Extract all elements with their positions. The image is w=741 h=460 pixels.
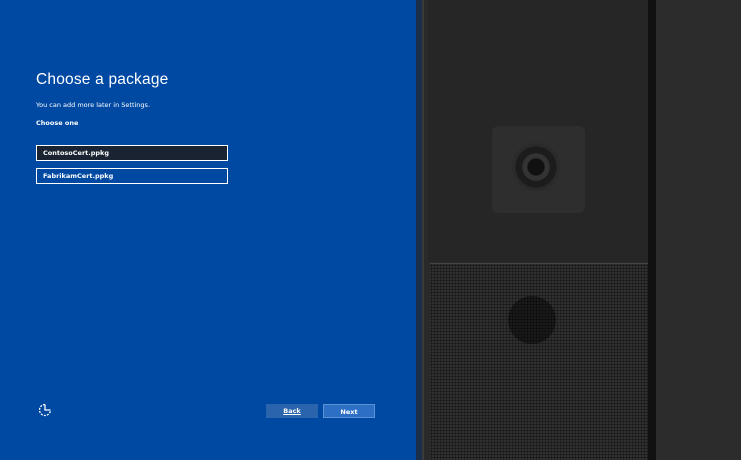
package-option-fabrikam[interactable]: FabrikamCert.ppkg: [36, 168, 228, 184]
setup-panel: Choose a package You can add more later …: [0, 0, 416, 460]
next-button[interactable]: Next: [323, 404, 375, 418]
back-button[interactable]: Back: [266, 404, 318, 418]
package-option-contoso[interactable]: ContosoCert.ppkg: [36, 145, 228, 161]
back-label: Back: [283, 407, 301, 415]
device-side-panel: [656, 0, 741, 460]
device-bezel: [428, 0, 650, 262]
page-title: Choose a package: [36, 71, 169, 88]
speaker-icon: [508, 296, 556, 344]
ease-of-access-icon[interactable]: [38, 403, 52, 417]
speaker-grille: [430, 263, 652, 460]
camera-module: [492, 126, 585, 213]
device-shadow: [648, 0, 656, 460]
camera-lens-icon: [512, 143, 560, 191]
device-image: [422, 0, 654, 460]
choose-label: Choose one: [36, 119, 79, 127]
page-subtitle: You can add more later in Settings.: [36, 101, 151, 109]
